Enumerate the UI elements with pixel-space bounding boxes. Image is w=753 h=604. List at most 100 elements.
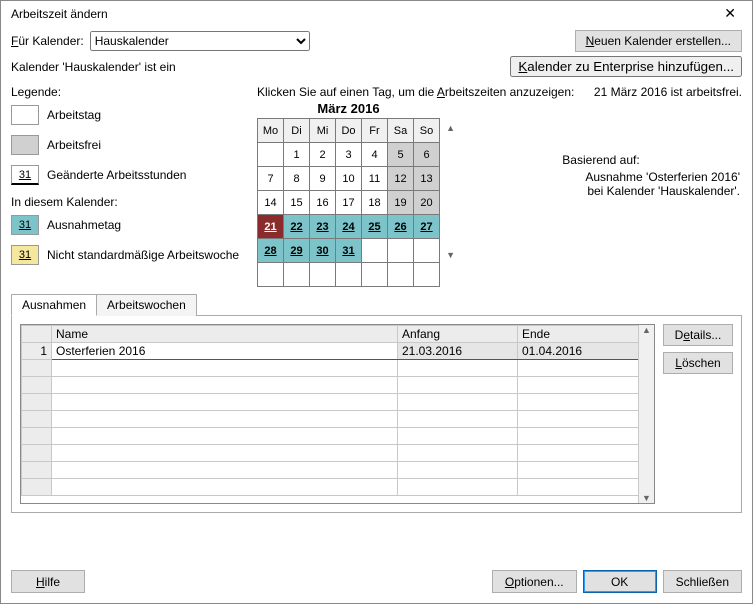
cell-name[interactable] [52, 360, 398, 377]
cell-start[interactable]: 21.03.2016 [398, 343, 518, 360]
help-button[interactable]: Hilfe [11, 570, 85, 593]
cal-day-cell[interactable]: 18 [362, 191, 388, 215]
cal-day-cell[interactable]: 25 [362, 215, 388, 239]
grid-header[interactable]: Ende [518, 326, 654, 343]
cell-end[interactable] [518, 428, 654, 445]
cell-end[interactable] [518, 377, 654, 394]
cal-day-cell[interactable]: 12 [388, 167, 414, 191]
cal-day-cell[interactable]: 30 [310, 239, 336, 263]
cal-day-cell[interactable]: 9 [310, 167, 336, 191]
cell-name[interactable] [52, 428, 398, 445]
cell-name[interactable] [52, 445, 398, 462]
cell-end[interactable] [518, 479, 654, 496]
ok-button[interactable]: OK [583, 570, 657, 593]
cell-start[interactable] [398, 411, 518, 428]
row-index[interactable] [22, 479, 52, 496]
cell-end[interactable] [518, 360, 654, 377]
tab-strip: Ausnahmen Arbeitswochen [11, 293, 742, 315]
cal-day-cell[interactable]: 28 [258, 239, 284, 263]
cal-day-cell[interactable]: 1 [284, 143, 310, 167]
scroll-up-icon[interactable]: ▲ [642, 325, 651, 335]
window-title: Arbeitszeit ändern [11, 7, 108, 21]
scroll-down-icon[interactable]: ▼ [642, 493, 651, 503]
cell-name[interactable] [52, 411, 398, 428]
delete-button[interactable]: Löschen [663, 352, 733, 374]
add-to-enterprise-button[interactable]: Kalender zu Enterprise hinzufügen... [510, 56, 742, 77]
cell-name[interactable]: Osterferien 2016 [52, 343, 398, 360]
row-index[interactable] [22, 411, 52, 428]
row-index[interactable] [22, 428, 52, 445]
calendar-grid[interactable]: MoDiMiDoFrSaSo12345678910111213141516171… [257, 118, 440, 287]
row-index[interactable]: 1 [22, 343, 52, 360]
calendar-scrollbar[interactable]: ▲ ▼ [446, 123, 455, 260]
top-row: Für Kalender: Hauskalender Neuen Kalende… [11, 30, 742, 52]
cell-start[interactable] [398, 445, 518, 462]
cal-day-cell[interactable]: 5 [388, 143, 414, 167]
cell-end[interactable] [518, 411, 654, 428]
cal-day-cell[interactable]: 8 [284, 167, 310, 191]
new-calendar-button[interactable]: Neuen Kalender erstellen... [575, 30, 742, 52]
row-index[interactable] [22, 394, 52, 411]
row-index[interactable] [22, 360, 52, 377]
details-button[interactable]: Details... [663, 324, 733, 346]
cell-end[interactable] [518, 445, 654, 462]
tab-workweeks[interactable]: Arbeitswochen [97, 294, 197, 316]
cal-day-cell[interactable]: 6 [414, 143, 440, 167]
cal-day-cell[interactable]: 29 [284, 239, 310, 263]
scroll-down-icon[interactable]: ▼ [446, 250, 455, 260]
cal-day-cell[interactable]: 24 [336, 215, 362, 239]
row-index[interactable] [22, 445, 52, 462]
tab-body: NameAnfangEnde 1Osterferien 201621.03.201… [11, 315, 742, 513]
cal-day-cell[interactable]: 13 [414, 167, 440, 191]
cal-day-cell[interactable]: 22 [284, 215, 310, 239]
grid-scrollbar[interactable]: ▲ ▼ [638, 325, 654, 503]
month-calendar[interactable]: März 2016 MoDiMiDoFrSaSo1234567891011121… [257, 101, 440, 287]
cell-name[interactable] [52, 479, 398, 496]
cal-day-cell[interactable]: 27 [414, 215, 440, 239]
cell-name[interactable] [52, 462, 398, 479]
cal-day-cell[interactable]: 15 [284, 191, 310, 215]
close-button[interactable]: Schließen [663, 570, 742, 593]
cell-start[interactable] [398, 394, 518, 411]
cal-day-cell[interactable]: 19 [388, 191, 414, 215]
cal-day-cell[interactable]: 3 [336, 143, 362, 167]
row-index[interactable] [22, 377, 52, 394]
cal-day-cell[interactable]: 26 [388, 215, 414, 239]
cal-day-cell[interactable]: 21 [258, 215, 284, 239]
cell-start[interactable] [398, 462, 518, 479]
cal-day-cell[interactable]: 17 [336, 191, 362, 215]
tab-exceptions[interactable]: Ausnahmen [11, 294, 97, 316]
grid-header[interactable]: Anfang [398, 326, 518, 343]
grid-header[interactable]: Name [52, 326, 398, 343]
month-label: März 2016 [257, 101, 440, 118]
options-button[interactable]: Optionen... [492, 570, 577, 593]
scroll-up-icon[interactable]: ▲ [446, 123, 455, 133]
row-index[interactable] [22, 462, 52, 479]
cal-day-cell[interactable]: 4 [362, 143, 388, 167]
cal-day-cell[interactable]: 23 [310, 215, 336, 239]
cell-start[interactable] [398, 479, 518, 496]
cal-day-cell[interactable]: 10 [336, 167, 362, 191]
cal-day-cell[interactable]: 31 [336, 239, 362, 263]
cal-day-cell[interactable]: 2 [310, 143, 336, 167]
cal-day-cell [284, 263, 310, 287]
cell-end[interactable] [518, 462, 654, 479]
cell-start[interactable] [398, 377, 518, 394]
cal-day-cell[interactable]: 7 [258, 167, 284, 191]
grid-header[interactable] [22, 326, 52, 343]
cal-day-cell[interactable]: 14 [258, 191, 284, 215]
cell-name[interactable] [52, 377, 398, 394]
cell-end[interactable]: 01.04.2016 [518, 343, 654, 360]
cell-start[interactable] [398, 360, 518, 377]
cell-start[interactable] [398, 428, 518, 445]
close-icon[interactable]: ✕ [716, 5, 744, 22]
cal-day-cell[interactable]: 20 [414, 191, 440, 215]
cell-name[interactable] [52, 394, 398, 411]
exceptions-grid[interactable]: NameAnfangEnde 1Osterferien 201621.03.201… [21, 325, 654, 496]
cal-day-cell[interactable]: 11 [362, 167, 388, 191]
legend-nonwork: Arbeitsfrei [11, 135, 243, 155]
legend-exception-day: 31 Ausnahmetag [11, 215, 243, 235]
cell-end[interactable] [518, 394, 654, 411]
cal-day-cell[interactable]: 16 [310, 191, 336, 215]
calendar-select[interactable]: Hauskalender [90, 31, 310, 51]
